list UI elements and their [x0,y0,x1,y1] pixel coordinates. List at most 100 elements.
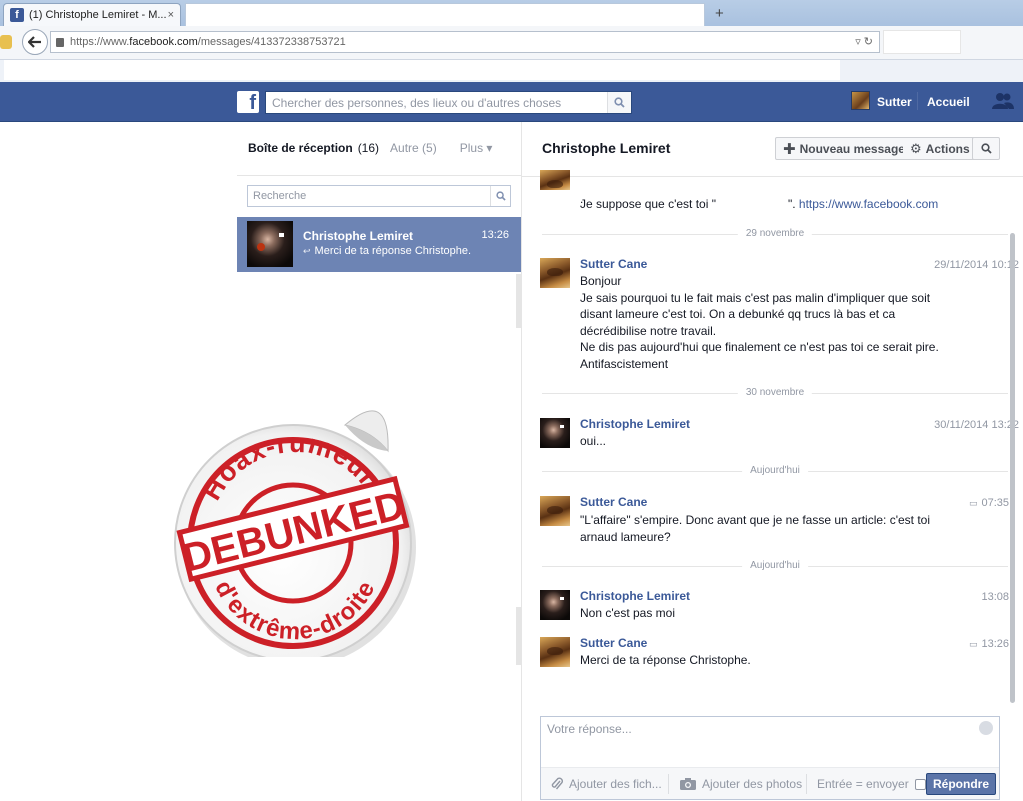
home-link[interactable]: Accueil [927,95,970,109]
actions-button[interactable]: ⚙ Actions [903,137,978,160]
message-avatar[interactable] [540,496,570,526]
thread-snippet: ↩ Merci de ta réponse Christophe. [303,245,472,257]
message-time: 13:08 [981,591,1009,603]
divider [668,774,669,794]
message-text: Merci de ta réponse Christophe. [580,653,751,667]
paperclip-icon [551,777,563,790]
date-separator: Aujourd'hui [542,465,1008,477]
inbox-tab[interactable]: Boîte de réception [248,141,353,155]
conversation-title: Christophe Lemiret [542,140,671,156]
message-link[interactable]: https://www.facebook.com [799,197,938,211]
search-icon [980,143,992,154]
enter-send-label: Entrée = envoyer [817,777,909,791]
message-time: 30/11/2014 13:22 [934,419,1019,431]
url-text: https://www.facebook.com/messages/413372… [70,36,346,48]
actions-label: Actions [925,141,970,156]
reply-button[interactable]: Répondre [926,773,996,795]
lock-icon [56,37,64,47]
arrow-left-icon [28,36,41,48]
date-separator: 29 novembre [542,228,1008,240]
attach-file-label: Ajouter des fich... [569,777,662,791]
thread-avatar [247,221,293,267]
divider [522,176,1023,177]
message-sender[interactable]: Sutter Cane [580,257,647,271]
message-avatar[interactable] [540,418,570,448]
facebook-logo-icon[interactable]: f [237,91,259,113]
more-label: Plus [459,141,484,155]
message-avatar[interactable] [540,637,570,667]
bookmarks-area [4,60,840,80]
thread-name: Christophe Lemiret [303,229,414,243]
thread-item[interactable]: Christophe Lemiret 13:26 ↩ Merci de ta ré… [237,217,521,272]
search-icon [495,191,506,201]
other-tab[interactable]: Autre (5) [390,141,437,155]
reply-arrow-icon: ↩ [303,246,311,256]
seen-icon: ▭ [968,498,978,508]
message-avatar[interactable] [540,258,570,288]
conversation-panel: Christophe Lemiret ✚ Nouveau message ⚙ A… [521,122,1023,801]
header-divider [917,92,918,110]
new-tab-button[interactable]: + [715,5,724,22]
message-time: 29/11/2014 10:12 [934,259,1019,271]
composer-toolbar: Ajouter des fich... Ajouter des photos E… [541,767,999,799]
conversation-search-button[interactable] [972,137,1000,160]
new-message-button[interactable]: ✚ Nouveau message [775,137,913,160]
conversation-scrollbar[interactable] [1010,233,1015,703]
inbox-header: Boîte de réception (16) Autre (5) Plus ▾ [248,141,492,155]
new-message-label: Nouveau message [799,141,905,156]
message-sender[interactable]: Sutter Cane [580,495,647,509]
extension-icon[interactable] [0,35,12,49]
back-button[interactable] [22,29,48,55]
inbox-count: (16) [357,141,380,155]
gear-icon: ⚙ [910,140,922,156]
search-button[interactable] [607,92,631,113]
add-photos-label: Ajouter des photos [702,777,803,791]
enter-send-toggle[interactable]: Entrée = envoyer [817,777,926,791]
message-sender[interactable]: Sutter Cane [580,636,647,650]
user-avatar[interactable] [851,91,870,110]
inbox-search-input[interactable] [248,186,490,206]
add-photos-button[interactable]: Ajouter des photos [680,777,802,791]
inbox-search[interactable] [247,185,511,207]
browser-tab-blank[interactable] [185,3,705,26]
message-text: oui... [580,434,607,448]
friend-requests-icon[interactable] [992,92,1014,110]
reload-icon[interactable]: ▿ ↻ [855,35,873,48]
emoji-icon[interactable] [979,721,993,735]
message-sender[interactable]: Christophe Lemiret [580,589,690,603]
reply-composer: Ajouter des fich... Ajouter des photos E… [540,716,1000,800]
search-icon [614,97,625,108]
facebook-search[interactable] [265,91,632,114]
inbox-search-button[interactable] [490,186,510,206]
tab-title: (1) Christophe Lemiret - M... [29,9,167,21]
browser-nav-bar: https://www.facebook.com/messages/413372… [0,26,1023,60]
more-dropdown[interactable]: Plus ▾ [460,141,493,155]
message-tail: . [580,196,584,204]
search-input[interactable] [266,92,607,113]
message-sender[interactable]: Christophe Lemiret [580,417,690,431]
tab-close-icon[interactable]: × [168,9,174,21]
date-label: Aujourd'hui [742,560,808,571]
reply-input[interactable] [541,717,971,763]
browser-tab-active[interactable]: f (1) Christophe Lemiret - M... × [3,3,181,26]
message-text: Je suppose que c'est toi " ". https://www… [580,196,939,211]
seen-icon: ▭ [968,639,978,649]
browser-search-box[interactable] [883,30,961,54]
profile-link[interactable]: Sutter [877,95,912,109]
divider [806,774,807,794]
message-text: Bonjour Je sais pourquoi tu le fait mais… [580,274,939,371]
plus-icon: ✚ [783,140,796,158]
browser-tab-bar: f (1) Christophe Lemiret - M... × + [0,0,1023,26]
message-avatar[interactable] [540,170,570,190]
message-avatar[interactable] [540,590,570,620]
address-bar[interactable]: https://www.facebook.com/messages/413372… [50,31,880,53]
date-label: Aujourd'hui [742,465,808,476]
attach-file-button[interactable]: Ajouter des fich... [551,777,662,791]
message-time: ▭ 13:26 [968,638,1009,650]
facebook-favicon-icon: f [10,8,24,22]
divider [237,175,522,176]
message-time: ▭ 07:35 [968,497,1009,509]
enter-send-checkbox[interactable] [914,778,926,790]
camera-icon [680,778,696,790]
debunked-stamp-image: Hoax-rumeurs d'extrême-droite DEBUNKED [174,410,416,657]
